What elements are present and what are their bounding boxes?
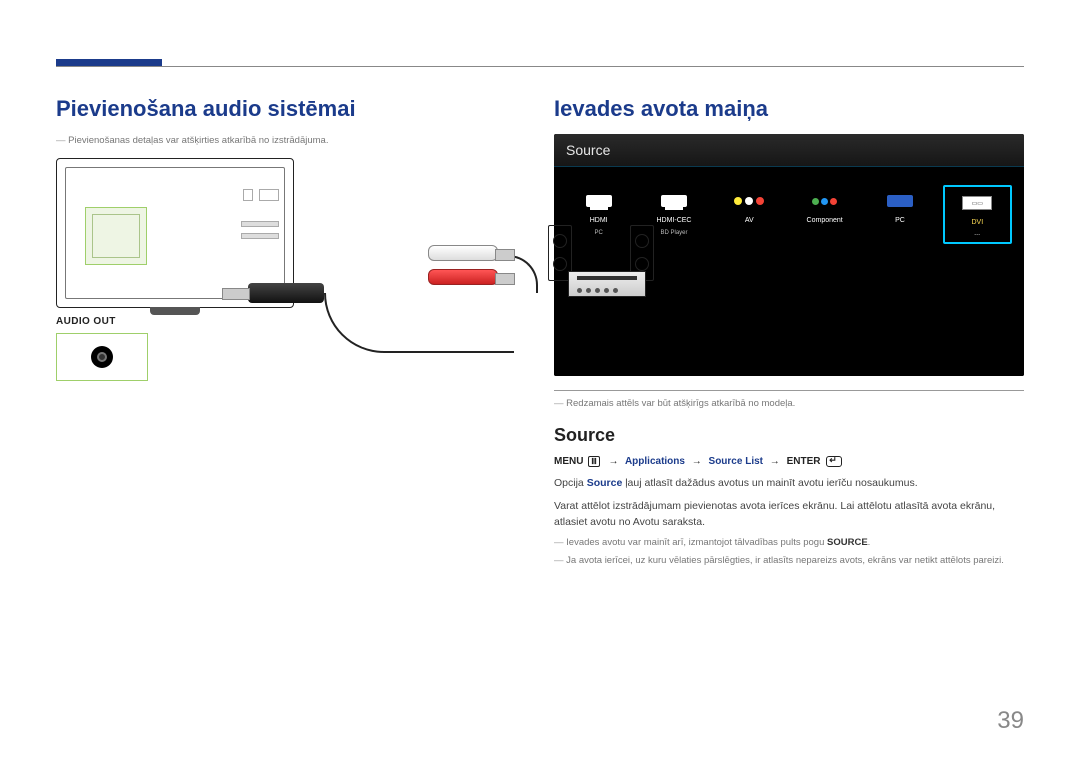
menu-path-applications: Applications [625,456,685,467]
hdmi-icon [582,191,616,211]
arrow-icon: → [692,456,702,467]
body-paragraph-2: Varat attēlot izstrādājumam pievienotas … [554,498,1024,531]
comp-icon [808,191,842,211]
left-section-title: Pievienošana audio sistēmai [56,96,508,122]
source-tile-dvi[interactable]: ▭▭ DVI --- [943,185,1012,244]
right-column: Ievades avota maiņa Source HDMI PC HDMI-CE… [554,96,1024,569]
menu-label: MENU [554,456,583,467]
page-number: 39 [997,707,1024,735]
divider [554,390,1024,391]
source-tile-sublabel: BD Player [660,230,687,236]
top-rule [56,66,1024,67]
screenshot-disclaimer: Redzamais attēls var būt atšķirīgs atkar… [554,397,1024,411]
arrow-icon: → [609,456,619,467]
audio-out-jack-diagram [56,333,148,381]
av-icon [732,191,766,211]
left-column: Pievienošana audio sistēmai Pievienošana… [56,96,508,569]
accent-bar [56,59,162,66]
source-tile-label: PC [895,217,905,224]
source-tile-pc[interactable]: PC [867,185,932,228]
source-tile-label: AV [745,217,754,224]
enter-button-icon [826,456,842,467]
amplifier-diagram [568,271,646,297]
page: Pievienošana audio sistēmai Pievienošana… [0,0,1080,763]
menu-button-icon: Ⅲ [588,456,600,467]
source-tile-label: HDMI-CEC [656,217,691,224]
source-tile-label: DVI [971,219,983,226]
body-paragraph-1: Opcija Source ļauj atlasīt dažādus avotu… [554,475,1024,491]
source-tile-component[interactable]: Component [792,185,857,228]
source-tile-label: Component [807,217,843,224]
menu-navigation-path: MENU Ⅲ → Applications → Source List → EN… [554,456,1024,467]
enter-label: ENTER [787,456,821,467]
content-columns: Pievienošana audio sistēmai Pievienošana… [56,96,1024,569]
hdmi-icon [657,191,691,211]
audio-plug-icon [248,283,324,303]
rca-white-plug-icon [428,245,498,261]
left-connection-note: Pievienošanas detaļas var atšķirties atk… [56,134,508,148]
arrow-icon: → [770,456,780,467]
source-titlebar: Source [554,134,1024,167]
menu-path-source-list: Source List [709,456,763,467]
source-tile-av[interactable]: AV [717,185,782,228]
vga-icon [883,191,917,211]
footnote-2: Ja avota ierīcei, uz kuru vēlaties pārsl… [554,554,1024,568]
source-tile-label: HDMI [590,217,608,224]
source-tile-sublabel: --- [974,232,980,238]
source-subheading: Source [554,425,1024,446]
right-section-title: Ievades avota maiņa [554,96,1024,122]
monitor-port-panel [85,207,147,265]
footnote-1: Ievades avotu var mainīt arī, izmantojot… [554,536,1024,550]
dvi-icon: ▭▭ [960,193,994,213]
audio-jack-icon [91,346,113,368]
rca-red-plug-icon [428,269,498,285]
